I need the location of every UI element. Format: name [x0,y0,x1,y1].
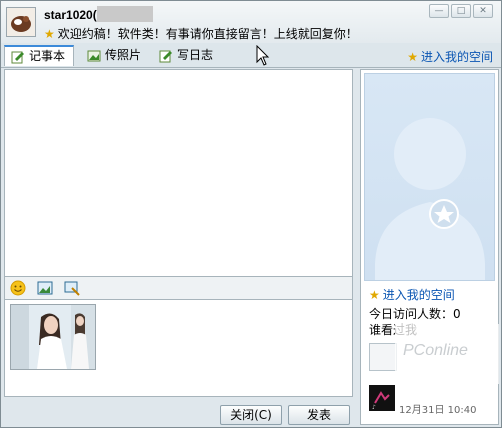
user-avatar[interactable] [6,7,36,37]
watermark-text: PConline [403,342,468,359]
tab-label: 记事本 [29,49,66,63]
status-text: 欢迎约稿！软件类！有事请你直接留言！上线就回复你！ [57,27,358,41]
tab-photo[interactable]: 传照片 [81,45,149,66]
title-bar: star1020( ★ 欢迎约稿！软件类！有事请你直接留言！上线就回复你！ — □… [1,1,501,43]
sidebar-enter-space-link[interactable]: ★ 进入我的空间 [369,286,455,303]
enter-my-space-link[interactable]: ★ 进入我的空间 [407,48,493,65]
minimize-icon[interactable]: — [429,4,449,18]
visit-timestamp: 12月31日 10:40 [399,405,477,416]
maximize-icon[interactable]: □ [451,4,471,18]
tab-label: 写日志 [177,48,214,62]
profile-picture[interactable] [364,73,495,281]
star-icon: ★ [44,27,55,41]
notepad-icon [11,51,24,63]
status-message: ★ 欢迎约稿！软件类！有事请你直接留言！上线就回复你！ [44,25,358,42]
screenshot-icon[interactable] [64,280,80,296]
photo-icon [87,50,101,61]
tab-bar: 记事本 传照片 写日志 ★ 进入我的空间 [1,43,501,68]
action-buttons: 关闭(C) 发表 [1,401,357,425]
diary-icon [159,50,172,62]
emoticon-icon[interactable] [10,280,26,296]
photo-attachment-area [4,299,353,397]
attached-photo-thumbnail[interactable] [10,304,96,370]
star-icon: ★ [369,288,380,302]
link-label: 进入我的空间 [420,50,493,64]
qq-message-window: star1020( ★ 欢迎约稿！软件类！有事请你直接留言！上线就回复你！ — □… [0,0,502,428]
watermark: PConline [395,324,499,384]
visitor-avatar[interactable] [369,343,397,371]
visitor-avatar[interactable]: ♪ [369,385,395,411]
tab-notepad[interactable]: 记事本 [4,45,75,66]
mouse-cursor-icon [256,45,270,66]
send-button[interactable]: 发表 [288,405,350,425]
sidebar-link-label: 进入我的空间 [382,288,455,302]
close-icon[interactable]: ✕ [473,4,493,18]
close-button[interactable]: 关闭(C) [220,405,282,425]
tab-label: 传照片 [105,48,142,62]
window-controls: — □ ✕ [429,4,493,18]
editor-toolbar [4,277,353,299]
tab-diary[interactable]: 写日志 [153,45,221,66]
image-icon[interactable] [37,280,53,296]
svg-text:♪: ♪ [372,404,376,411]
note-editor[interactable] [4,69,353,277]
username: star1020( [44,8,97,22]
today-visits: 今日访问人数：0 [369,307,461,321]
star-icon: ★ [407,50,418,64]
redacted-username [97,6,153,22]
